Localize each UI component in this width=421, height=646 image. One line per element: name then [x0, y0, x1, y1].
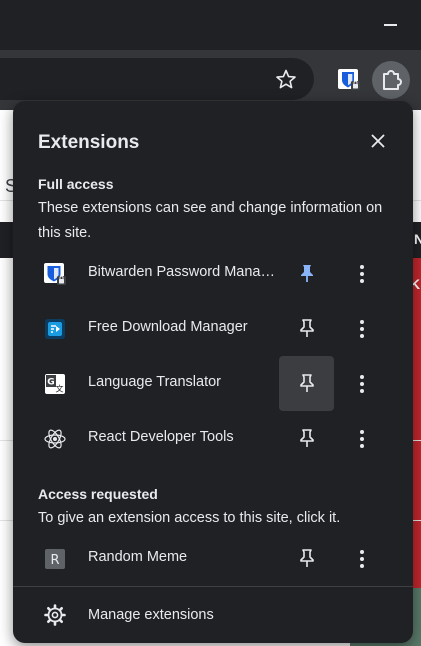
close-icon[interactable]	[365, 128, 391, 154]
gear-icon	[43, 603, 67, 627]
extension-item-language-translator[interactable]: G 文 Language Translator	[13, 356, 413, 411]
more-options-icon[interactable]	[349, 315, 375, 343]
pin-button[interactable]	[279, 531, 334, 586]
pin-button[interactable]	[279, 301, 334, 356]
manage-extensions-button[interactable]: Manage extensions	[13, 591, 413, 639]
more-options-icon[interactable]	[349, 370, 375, 398]
random-meme-icon: R	[43, 547, 67, 571]
svg-text:G: G	[47, 378, 54, 388]
access-requested-title: Access requested	[38, 486, 158, 502]
minimize-icon[interactable]	[376, 12, 406, 34]
pin-button[interactable]	[279, 246, 334, 301]
pin-icon	[300, 374, 314, 392]
free-download-manager-icon	[43, 317, 67, 341]
star-icon[interactable]	[270, 64, 302, 96]
divider	[13, 586, 413, 587]
panel-title: Extensions	[38, 132, 140, 153]
react-icon	[43, 427, 67, 451]
pin-button[interactable]	[279, 411, 334, 466]
extension-item-free-download-manager[interactable]: Free Download Manager	[13, 301, 413, 356]
svg-text:R: R	[50, 553, 59, 568]
extension-item-react-developer-tools[interactable]: React Developer Tools	[13, 411, 413, 466]
puzzle-icon[interactable]	[372, 61, 410, 99]
extension-item-random-meme[interactable]: R Random Meme	[13, 531, 413, 586]
extension-name: Language Translator	[88, 374, 222, 390]
background-nav-text: N	[414, 231, 421, 247]
more-options-icon[interactable]	[349, 425, 375, 453]
more-options-icon[interactable]	[349, 545, 375, 573]
extension-item-bitwarden[interactable]: Bitwarden Password Manager	[13, 246, 413, 301]
bitwarden-icon	[43, 262, 67, 286]
full-access-description: These extensions can see and change info…	[38, 200, 383, 241]
pin-icon	[300, 549, 314, 567]
manage-extensions-label: Manage extensions	[88, 607, 214, 623]
svg-text:文: 文	[56, 384, 64, 394]
address-bar[interactable]	[0, 58, 314, 100]
pin-icon	[300, 429, 314, 447]
extension-name: React Developer Tools	[88, 429, 234, 445]
extensions-panel: Extensions Full access These extensions …	[13, 101, 413, 643]
bitwarden-shield-icon[interactable]	[333, 64, 365, 96]
more-options-icon[interactable]	[349, 260, 375, 288]
extension-name: Free Download Manager	[88, 319, 248, 335]
extension-name: Bitwarden Password Manager	[88, 264, 276, 280]
pin-button[interactable]	[279, 356, 334, 411]
browser-titlebar	[0, 0, 421, 50]
language-translator-icon: G 文	[43, 372, 67, 396]
extension-name: Random Meme	[88, 549, 188, 565]
pinned-icon	[301, 265, 313, 282]
full-access-title: Full access	[38, 176, 114, 192]
access-requested-description: To give an extension access to this site…	[38, 510, 341, 526]
pin-icon	[300, 319, 314, 337]
